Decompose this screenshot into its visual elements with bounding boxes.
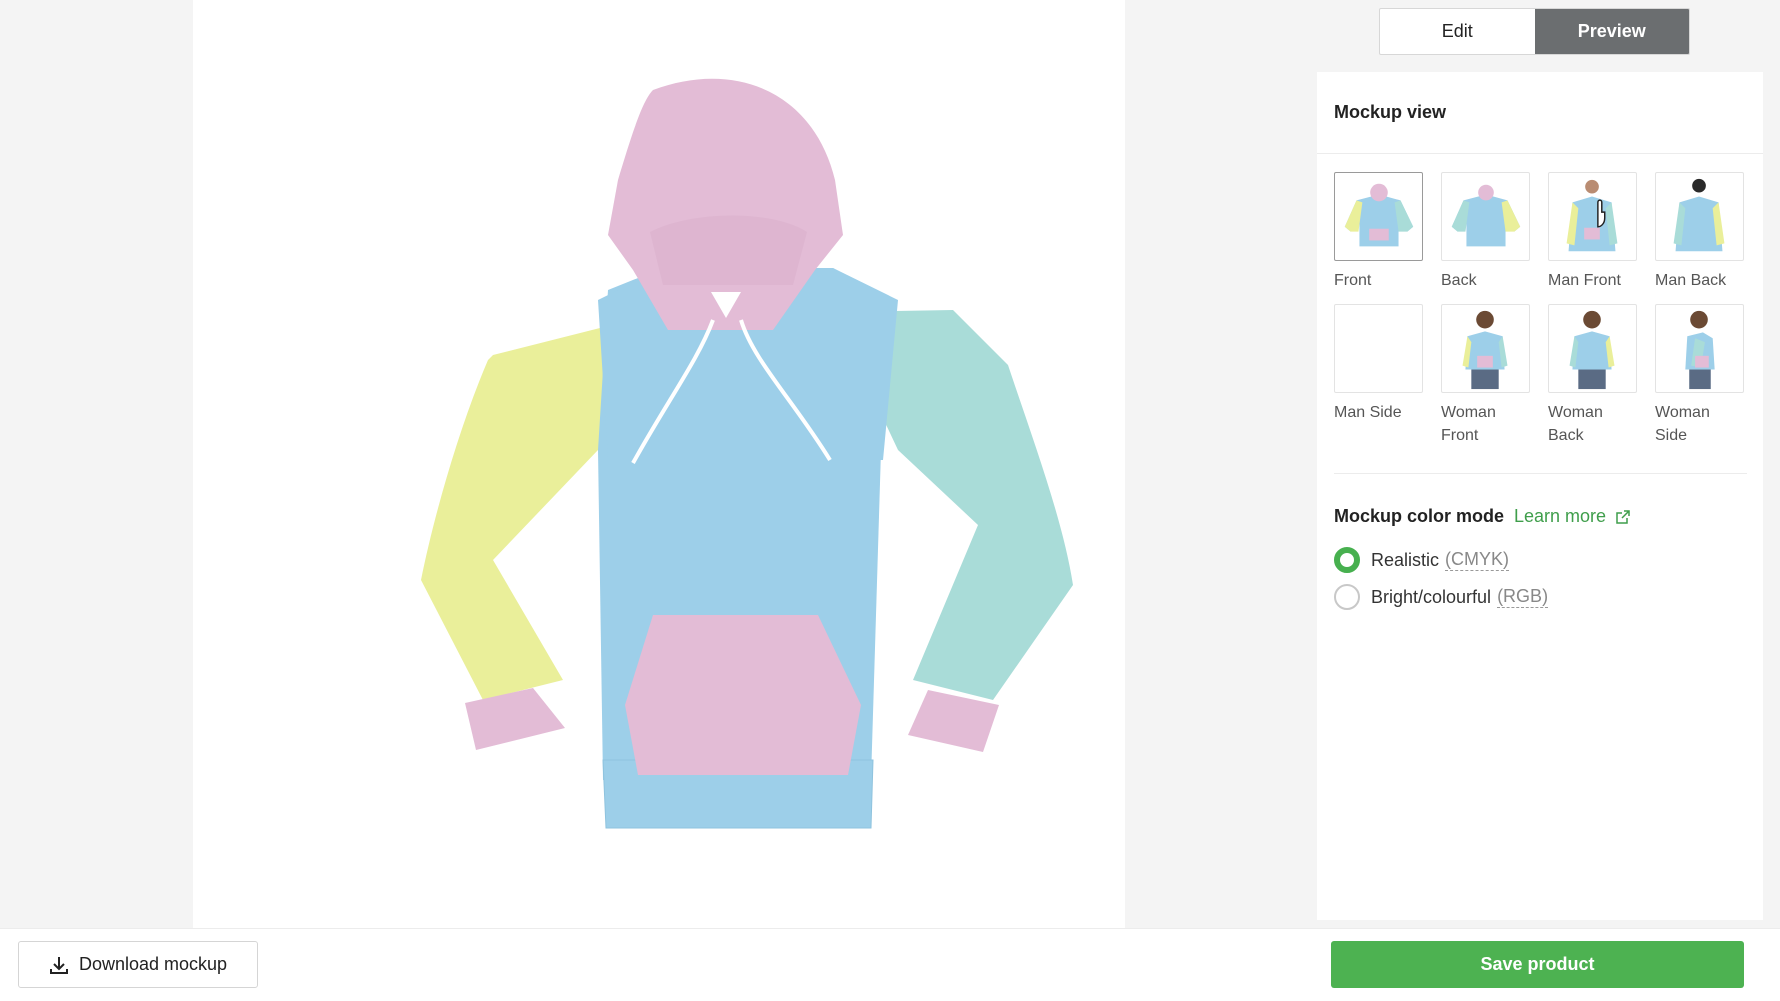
tab-edit[interactable]: Edit [1380, 9, 1535, 54]
thumbnail-back[interactable]: Back [1441, 172, 1530, 292]
radio-realistic[interactable]: Realistic (CMYK) [1334, 547, 1510, 573]
thumbnail-label: Woman Front [1441, 404, 1496, 444]
thumbnail-label: Man Front [1548, 272, 1621, 289]
mockup-view-panel: Mockup view Front Back Man Front Man Bac… [1317, 72, 1763, 920]
download-label: Download mockup [78, 954, 228, 974]
learn-more-link[interactable]: Learn more [1514, 506, 1630, 527]
thumbnail-label: Woman Back [1548, 404, 1603, 444]
thumbnail-image [1548, 304, 1637, 393]
thumbnail-image [1548, 172, 1637, 261]
thumbnail-grid: Front Back Man Front Man Back Man Side W… [1334, 172, 1747, 447]
thumbnail-image [1441, 304, 1530, 393]
thumbnail-front[interactable]: Front [1334, 172, 1423, 292]
thumbnail-woman-side[interactable]: Woman Side [1655, 304, 1744, 447]
radio-label: Bright/colourful [1371, 586, 1492, 607]
thumbnail-label: Back [1441, 272, 1477, 289]
thumbnail-image [1334, 304, 1423, 393]
thumbnail-label: Woman Side [1655, 404, 1710, 444]
thumbnail-man-side[interactable]: Man Side [1334, 304, 1423, 447]
thumbnail-label: Front [1334, 272, 1372, 289]
thumbnail-image [1441, 172, 1530, 261]
thumbnail-label: Man Side [1334, 404, 1402, 421]
thumbnail-woman-back[interactable]: Woman Back [1548, 304, 1637, 447]
download-icon [49, 956, 68, 974]
thumbnail-man-back[interactable]: Man Back [1655, 172, 1744, 292]
mockup-canvas [193, 0, 1125, 928]
thumbnail-label: Man Back [1655, 272, 1727, 289]
thumbnail-image [1655, 172, 1744, 261]
radio-hint: (CMYK) [1445, 549, 1510, 571]
thumbnail-image [1334, 172, 1423, 261]
radio-label: Realistic [1371, 549, 1440, 570]
learn-more-label: Learn more [1514, 506, 1607, 526]
page-edge [1763, 0, 1780, 928]
radio-bright[interactable]: Bright/colourful (RGB) [1334, 584, 1549, 610]
radio-hint: (RGB) [1497, 586, 1549, 608]
edit-preview-toggle: Edit Preview [1379, 8, 1690, 55]
thumbnail-man-front[interactable]: Man Front [1548, 172, 1637, 292]
radio-button-checked[interactable] [1334, 547, 1360, 573]
radio-button[interactable] [1334, 584, 1360, 610]
save-product-button[interactable]: Save product [1331, 941, 1744, 988]
external-link-icon [1616, 509, 1630, 524]
color-mode-title: Mockup color mode [1334, 506, 1505, 526]
color-mode-heading: Mockup color mode Learn more [1334, 506, 1630, 527]
download-mockup-button[interactable]: Download mockup [18, 941, 258, 988]
panel-title: Mockup view [1317, 72, 1763, 154]
hoodie-mockup-image [421, 78, 1073, 829]
tab-preview[interactable]: Preview [1534, 9, 1689, 54]
section-divider [1334, 473, 1747, 474]
thumbnail-image [1655, 304, 1744, 393]
thumbnail-woman-front[interactable]: Woman Front [1441, 304, 1530, 447]
